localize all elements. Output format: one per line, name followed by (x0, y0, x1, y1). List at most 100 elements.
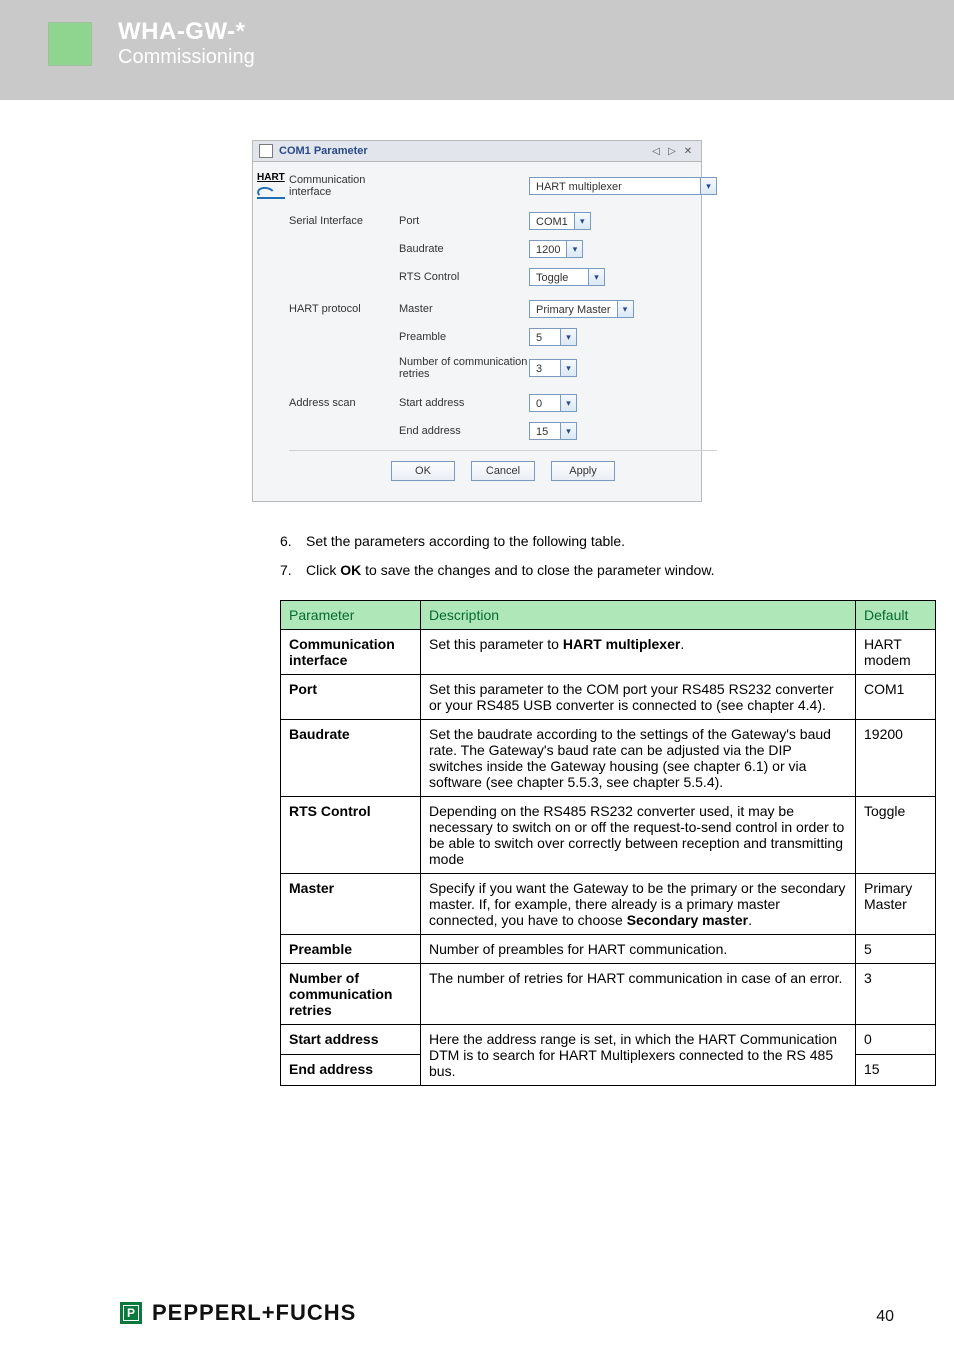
select-value: 1200 (530, 241, 566, 257)
label-preamble: Preamble (399, 331, 529, 343)
step-text: Set the parameters according to the foll… (306, 532, 625, 551)
window-titlebar: COM1 Parameter ◁ ▷ ✕ (253, 141, 701, 162)
cell-desc: Set the baudrate according to the settin… (421, 719, 856, 796)
text: Click (306, 562, 340, 578)
cell-desc: Number of preambles for HART communicati… (421, 934, 856, 963)
parameter-table: Parameter Description Default Communicat… (280, 600, 936, 1086)
doc-title: WHA-GW-* (118, 18, 255, 46)
label-master: Master (399, 303, 529, 315)
page-footer: P PEPPERL+FUCHS 40 (0, 1300, 954, 1350)
select-value: HART multiplexer (530, 178, 700, 194)
col-parameter: Parameter (281, 600, 421, 629)
text: . (680, 636, 684, 652)
label-retries: Number of communication retries (399, 356, 529, 380)
select-retries[interactable]: 3 ▾ (529, 359, 577, 377)
select-value: 3 (530, 360, 560, 376)
window-title: COM1 Parameter (279, 145, 368, 157)
cell-desc: Set this parameter to HART multiplexer. (421, 629, 856, 674)
label-address-scan: Address scan (289, 397, 399, 409)
chevron-down-icon: ▾ (560, 329, 576, 345)
table-row: Baudrate Set the baudrate according to t… (281, 719, 936, 796)
ok-button[interactable]: OK (391, 461, 455, 481)
select-port[interactable]: COM1 ▾ (529, 212, 591, 230)
cell-default: 19200 (856, 719, 936, 796)
chevron-down-icon: ▾ (560, 423, 576, 439)
step-list: 6. Set the parameters according to the f… (280, 532, 936, 580)
list-item: 7. Click OK to save the changes and to c… (280, 561, 936, 580)
label-start-address: Start address (399, 397, 529, 409)
table-row: Number of communication retries The numb… (281, 963, 936, 1024)
cell-desc: The number of retries for HART communica… (421, 963, 856, 1024)
cell-param: Start address (281, 1024, 421, 1055)
text-bold: OK (340, 562, 361, 578)
cell-default: 5 (856, 934, 936, 963)
select-preamble[interactable]: 5 ▾ (529, 328, 577, 346)
app-icon (259, 144, 273, 158)
prev-button[interactable]: ◁ (649, 144, 663, 158)
table-row: Start address Here the address range is … (281, 1024, 936, 1055)
select-value: Primary Master (530, 301, 617, 317)
label-serial-interface: Serial Interface (289, 215, 399, 227)
select-value: 15 (530, 423, 560, 439)
close-button[interactable]: ✕ (681, 144, 695, 158)
table-row: Master Specify if you want the Gateway t… (281, 873, 936, 934)
cell-default: Toggle (856, 796, 936, 873)
select-value: 5 (530, 329, 560, 345)
cell-param: Preamble (281, 934, 421, 963)
select-start-address[interactable]: 0 ▾ (529, 394, 577, 412)
cell-desc: Specify if you want the Gateway to be th… (421, 873, 856, 934)
cell-default: HART modem (856, 629, 936, 674)
com1-parameter-window: COM1 Parameter ◁ ▷ ✕ HART Communication … (252, 140, 702, 502)
cell-default: 0 (856, 1024, 936, 1055)
hart-icon (257, 185, 285, 199)
label-end-address: End address (399, 425, 529, 437)
page-number: 40 (876, 1308, 894, 1326)
table-row: Port Set this parameter to the COM port … (281, 674, 936, 719)
cell-default: Primary Master (856, 873, 936, 934)
step-number: 6. (280, 532, 306, 551)
table-row: RTS Control Depending on the RS485 RS232… (281, 796, 936, 873)
label-comm-interface: Communication interface (289, 174, 399, 198)
chevron-down-icon: ▾ (560, 395, 576, 411)
text-bold: Secondary master (627, 912, 748, 928)
step-text: Click OK to save the changes and to clos… (306, 561, 715, 580)
chevron-down-icon: ▾ (574, 213, 590, 229)
cell-param: End address (281, 1055, 421, 1086)
cell-desc: Depending on the RS485 RS232 converter u… (421, 796, 856, 873)
cell-desc: Set this parameter to the COM port your … (421, 674, 856, 719)
step-number: 7. (280, 561, 306, 580)
doc-section: Commissioning (118, 46, 255, 69)
cell-desc: Here the address range is set, in which … (421, 1024, 856, 1085)
select-rts-control[interactable]: Toggle ▾ (529, 268, 605, 286)
text: to save the changes and to close the par… (361, 562, 714, 578)
select-master[interactable]: Primary Master ▾ (529, 300, 634, 318)
col-default: Default (856, 600, 936, 629)
table-row: Preamble Number of preambles for HART co… (281, 934, 936, 963)
brand: P PEPPERL+FUCHS (120, 1300, 356, 1326)
cell-param: Number of communication retries (281, 963, 421, 1024)
page-header: WHA-GW-* Commissioning (0, 0, 954, 100)
select-baudrate[interactable]: 1200 ▾ (529, 240, 583, 258)
select-end-address[interactable]: 15 ▾ (529, 422, 577, 440)
select-value: COM1 (530, 213, 574, 229)
cell-param: Master (281, 873, 421, 934)
cell-default: COM1 (856, 674, 936, 719)
cell-param: Communication interface (281, 629, 421, 674)
label-hart-protocol: HART protocol (289, 303, 399, 315)
cell-default: 15 (856, 1055, 936, 1086)
header-accent-square (48, 22, 92, 66)
text-bold: HART multiplexer (563, 636, 680, 652)
table-row: Communication interface Set this paramet… (281, 629, 936, 674)
chevron-down-icon: ▾ (617, 301, 633, 317)
label-port: Port (399, 215, 529, 227)
apply-button[interactable]: Apply (551, 461, 615, 481)
cell-param: Baudrate (281, 719, 421, 796)
chevron-down-icon: ▾ (560, 360, 576, 376)
select-comm-interface[interactable]: HART multiplexer ▾ (529, 177, 717, 195)
hart-label: HART (257, 172, 285, 183)
select-value: 0 (530, 395, 560, 411)
chevron-down-icon: ▾ (588, 269, 604, 285)
next-button[interactable]: ▷ (665, 144, 679, 158)
cancel-button[interactable]: Cancel (471, 461, 535, 481)
header-title-box: WHA-GW-* Commissioning (118, 18, 255, 69)
